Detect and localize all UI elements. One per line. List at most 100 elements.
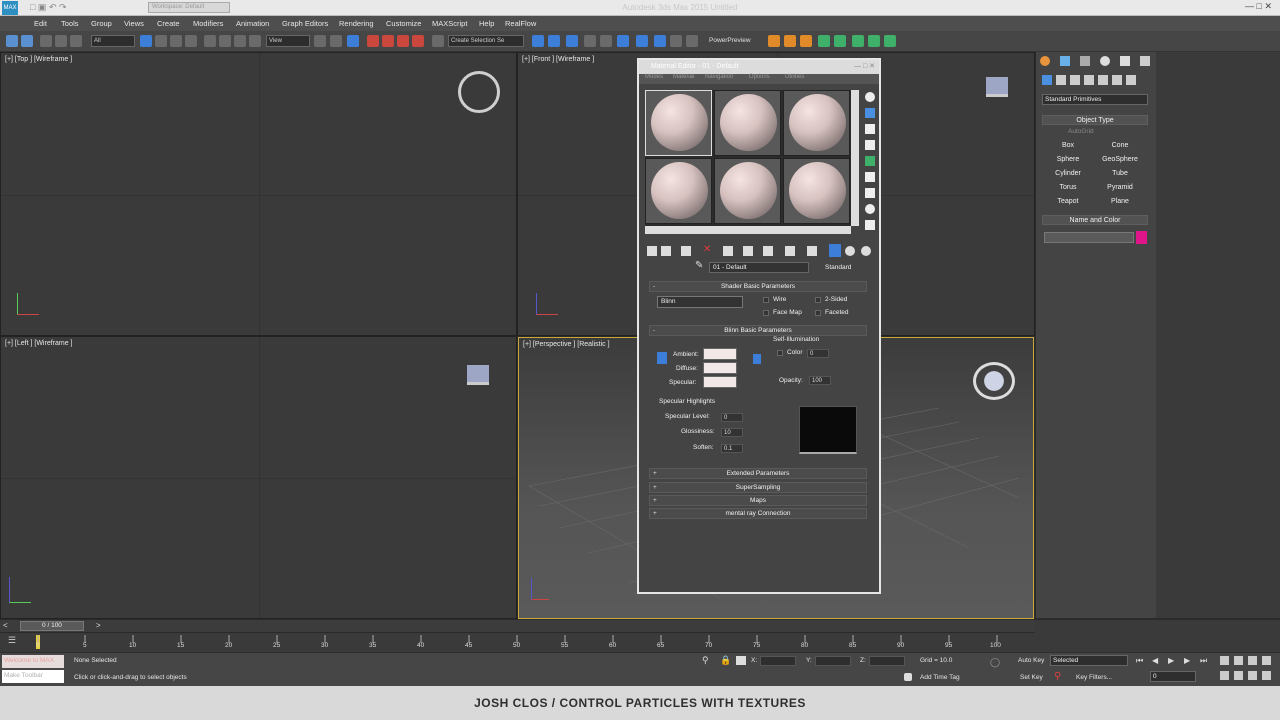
mental-ray-connection-rollout[interactable]: + mental ray Connection: [649, 508, 867, 519]
viewcube-top-icon[interactable]: [458, 71, 500, 113]
play-icon[interactable]: ▶: [1168, 656, 1174, 665]
reference-coordinate-dropdown[interactable]: View: [266, 35, 310, 47]
command-panel-tabs[interactable]: [1040, 56, 1152, 68]
menu-help[interactable]: Help: [479, 19, 494, 28]
geometry-icon[interactable]: [1042, 75, 1052, 85]
primitive-type-dropdown[interactable]: Standard Primitives: [1042, 94, 1148, 105]
x-coordinate-field[interactable]: [760, 656, 796, 666]
rectangular-selection-icon[interactable]: [170, 35, 182, 47]
sample-type-icon[interactable]: [865, 92, 875, 102]
helpers-icon[interactable]: [1098, 75, 1108, 85]
ambient-color-swatch[interactable]: [703, 348, 737, 360]
menu-realflow[interactable]: RealFlow: [505, 19, 536, 28]
keyboard-shortcut-icon[interactable]: [347, 35, 359, 47]
shapes-icon[interactable]: [1056, 75, 1066, 85]
face-map-checkbox[interactable]: [763, 310, 769, 316]
material-map-navigator-icon[interactable]: [865, 220, 875, 230]
snaps-toggle-icon[interactable]: [367, 35, 379, 47]
go-to-parent-icon[interactable]: [845, 246, 855, 256]
menu-maxscript[interactable]: MAXScript: [432, 19, 467, 28]
zoom-icon[interactable]: [1220, 656, 1229, 665]
pyramid-button[interactable]: Pyramid: [1094, 182, 1146, 194]
spinner-snap-icon[interactable]: [412, 35, 424, 47]
autogrid-checkbox[interactable]: AutoGrid: [1068, 128, 1094, 135]
time-slider-thumb[interactable]: 0 / 100: [20, 621, 84, 631]
show-end-result-icon[interactable]: [829, 244, 841, 257]
absolute-mode-icon[interactable]: [736, 656, 746, 665]
make-preview-icon[interactable]: [865, 172, 875, 182]
systems-icon[interactable]: [1126, 75, 1136, 85]
add-time-tag-button[interactable]: Add Time Tag: [920, 674, 960, 681]
schematic-view-icon[interactable]: [617, 35, 629, 47]
next-frame-icon[interactable]: >: [96, 621, 101, 630]
viewport-perspective-label[interactable]: [+] [Perspective ] [Realistic ]: [523, 341, 610, 348]
put-to-library-icon[interactable]: [763, 246, 773, 256]
rendered-frame-window-icon[interactable]: [670, 35, 682, 47]
utilities-tab-icon[interactable]: [1140, 56, 1150, 66]
cylinder-button[interactable]: Cylinder: [1042, 168, 1094, 180]
menu-edit[interactable]: Edit: [34, 19, 47, 28]
modify-tab-icon[interactable]: [1060, 56, 1070, 66]
menu-tools[interactable]: Tools: [61, 19, 79, 28]
named-selection-sets-dropdown[interactable]: Create Selection Se: [448, 35, 524, 47]
render-setup-icon[interactable]: [654, 35, 666, 47]
display-tab-icon[interactable]: [1120, 56, 1130, 66]
selection-lock-icon[interactable]: 🔒: [720, 655, 731, 666]
me-menu-modes[interactable]: Modes: [645, 74, 663, 80]
specular-level-spinner[interactable]: 0: [721, 413, 743, 422]
next-frame-button-icon[interactable]: ▶: [1184, 656, 1190, 665]
viewcube-front-icon[interactable]: [986, 77, 1008, 97]
sample-slot[interactable]: [783, 158, 850, 224]
soften-spinner[interactable]: 0.1: [721, 444, 743, 453]
me-menu-navigation[interactable]: Navigation: [705, 74, 733, 80]
set-key-button[interactable]: Set Key: [1020, 674, 1043, 681]
lock-ambient-diffuse-icon[interactable]: [657, 352, 667, 364]
align-icon[interactable]: [548, 35, 560, 47]
realflow-mesh-icon[interactable]: [800, 35, 812, 47]
self-illum-color-checkbox[interactable]: [777, 350, 783, 356]
place-icon[interactable]: [249, 35, 261, 47]
orbit-icon[interactable]: [1248, 671, 1257, 680]
geosphere-button[interactable]: GeoSphere: [1094, 154, 1146, 166]
curve-editor-icon[interactable]: [600, 35, 612, 47]
specular-color-swatch[interactable]: [703, 376, 737, 388]
rotate-icon[interactable]: [219, 35, 231, 47]
realflow-play-icon[interactable]: [868, 35, 880, 47]
material-editor-titlebar[interactable]: Material Editor - 01 - Default — □ ✕: [639, 60, 879, 74]
self-illum-spinner[interactable]: 0: [807, 349, 829, 358]
go-to-end-icon[interactable]: ⏭: [1200, 656, 1207, 666]
wire-checkbox[interactable]: [763, 297, 769, 303]
put-material-icon[interactable]: [661, 246, 671, 256]
sample-slot[interactable]: [714, 90, 781, 156]
two-sided-checkbox[interactable]: [815, 297, 821, 303]
motion-tab-icon[interactable]: [1100, 56, 1110, 66]
percent-snap-icon[interactable]: [397, 35, 409, 47]
sample-slot[interactable]: [783, 90, 850, 156]
edit-named-selection-icon[interactable]: [432, 35, 444, 47]
teapot-button[interactable]: Teapot: [1042, 196, 1094, 208]
render-production-icon[interactable]: [686, 35, 698, 47]
extended-parameters-rollout[interactable]: + Extended Parameters: [649, 468, 867, 479]
go-to-start-icon[interactable]: ⏮: [1136, 656, 1143, 666]
redo-icon[interactable]: [21, 35, 33, 47]
sample-slot[interactable]: [714, 158, 781, 224]
box-button[interactable]: Box: [1042, 140, 1094, 152]
cameras-icon[interactable]: [1084, 75, 1094, 85]
menu-graph-editors[interactable]: Graph Editors: [282, 19, 328, 28]
menu-modifiers[interactable]: Modifiers: [193, 19, 223, 28]
key-icon[interactable]: ⚲: [1054, 671, 1061, 682]
viewport-top[interactable]: [+] [Top ] [Wireframe ]: [0, 52, 517, 336]
maxscript-listener-bottom[interactable]: Make Toolbar: [2, 670, 64, 683]
video-color-check-icon[interactable]: [865, 156, 875, 166]
auto-key-button[interactable]: Auto Key: [1018, 657, 1044, 664]
key-filters-button[interactable]: Key Filters...: [1076, 674, 1112, 681]
pick-material-eyedropper-icon[interactable]: ✎: [695, 260, 703, 271]
assign-material-icon[interactable]: [681, 246, 691, 256]
z-coordinate-field[interactable]: [869, 656, 905, 666]
material-editor-icon[interactable]: [636, 35, 648, 47]
options-icon[interactable]: [865, 188, 875, 198]
viewcube-left-icon[interactable]: [467, 365, 489, 385]
reset-map-icon[interactable]: ✕: [703, 244, 711, 255]
layer-manager-icon[interactable]: [566, 35, 578, 47]
name-and-color-header[interactable]: Name and Color: [1042, 215, 1148, 225]
